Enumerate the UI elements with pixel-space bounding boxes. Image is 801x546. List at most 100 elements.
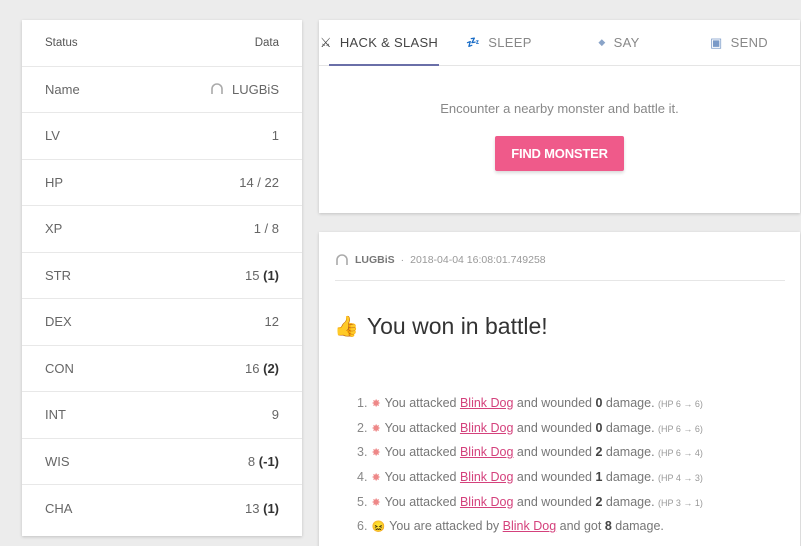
tab-say[interactable]: ◆ SAY <box>559 20 679 65</box>
log-entry-text: damage. <box>602 470 655 485</box>
log-entry-text: damage. <box>611 519 664 534</box>
action-description: Encounter a nearby monster and battle it… <box>440 101 679 116</box>
attack-icon: ✸ <box>371 447 381 460</box>
stat-value: 12 <box>264 314 279 330</box>
package-icon: ▣ <box>710 34 723 50</box>
stat-label: HP <box>45 174 64 190</box>
status-column-header: Status <box>45 36 78 49</box>
log-separator: · <box>400 254 405 266</box>
log-entry-text: and wounded <box>513 445 596 460</box>
stat-label: CHA <box>45 500 73 516</box>
stat-label: LV <box>45 128 60 144</box>
stat-value: 15 (1) <box>245 268 279 283</box>
log-entry: 4. ✸ You attacked Blink Dog and wounded 1 … <box>357 465 800 490</box>
log-entry: 2. ✸ You attacked Blink Dog and wounded 0 … <box>357 416 800 441</box>
thumbs-up-icon: 👍 <box>334 316 359 338</box>
log-entry: 5. ✸ You attacked Blink Dog and wounded 2 … <box>357 490 800 515</box>
attack-icon: ✸ <box>371 472 381 485</box>
log-entry: 6. 😖 You are attacked by Blink Dog and got… <box>357 514 800 539</box>
find-monster-button[interactable]: FIND MONSTER <box>495 136 624 171</box>
attack-icon: ✸ <box>371 496 381 509</box>
status-card: Status Data Name LUGBiS LV 1 HP 14 / 22 … <box>22 20 302 536</box>
stat-label: XP <box>45 221 63 237</box>
monster-link[interactable]: Blink Dog <box>460 495 514 509</box>
stat-value: 1 / 8 <box>253 221 279 237</box>
log-entry-text: You attacked <box>384 494 460 509</box>
damage-amount: 8 <box>604 519 612 534</box>
log-user[interactable]: LUGBiS <box>355 254 395 266</box>
user-icon <box>336 254 348 265</box>
log-entry-number: 4. <box>357 470 368 485</box>
tab-label: HACK & SLASH <box>339 35 439 50</box>
log-entry-number: 5. <box>357 494 368 509</box>
stat-label: WIS <box>45 453 70 469</box>
stat-label: CON <box>45 360 74 376</box>
tab-label: SEND <box>730 35 768 50</box>
log-meta: LUGBiS · 2018-04-04 16:08:01.749258 <box>335 254 785 281</box>
stat-bonus: (-1) <box>258 453 279 469</box>
hp-change: (HP 6 → 6) <box>658 399 703 409</box>
monster-link[interactable]: Blink Dog <box>503 519 557 533</box>
stat-base: 15 <box>245 267 260 283</box>
attack-icon: ✸ <box>371 422 381 435</box>
status-header-row: Status Data <box>22 20 302 67</box>
monster-link[interactable]: Blink Dog <box>460 421 514 435</box>
stat-label: Name <box>45 81 80 97</box>
hurt-face-icon: 😖 <box>371 521 386 534</box>
status-row-xp: XP 1 / 8 <box>22 206 302 253</box>
status-row-int: INT 9 <box>22 392 302 439</box>
stat-value: 16 (2) <box>245 361 279 376</box>
stat-value: LUGBiS <box>210 82 279 97</box>
log-entry: 3. ✸ You attacked Blink Dog and wounded 2 … <box>357 440 800 465</box>
crossed-swords-icon: ⚔ <box>319 34 332 50</box>
log-entry-number: 6. <box>357 519 368 534</box>
tab-label: SLEEP <box>488 35 532 50</box>
stat-base: 16 <box>245 360 260 376</box>
action-tabs: ⚔ HACK & SLASH 💤 SLEEP ◆ SAY ▣ SEND <box>319 20 800 66</box>
status-row-str: STR 15 (1) <box>22 253 302 299</box>
battle-result-text: You won in battle! <box>366 313 548 339</box>
stat-bonus: (1) <box>263 500 279 516</box>
status-row-cha: CHA 13 (1) <box>22 485 302 532</box>
log-entry-text: You attacked <box>384 396 460 410</box>
monster-link[interactable]: Blink Dog <box>460 445 514 459</box>
log-entry-text: You are attacked by <box>389 519 503 534</box>
user-name: LUGBiS <box>232 81 279 97</box>
log-entry-text: and got <box>556 519 605 534</box>
hp-change: (HP 6 → 6) <box>658 423 703 434</box>
tab-hack-slash[interactable]: ⚔ HACK & SLASH <box>319 20 439 66</box>
stat-base: 8 <box>247 453 256 469</box>
stat-bonus: (1) <box>263 267 279 283</box>
hp-change: (HP 3 → 1) <box>658 497 703 508</box>
log-entry-number: 1. <box>357 396 368 410</box>
status-row-dex: DEX 12 <box>22 299 302 346</box>
monster-link[interactable]: Blink Dog <box>460 470 514 484</box>
log-entry-text: damage. <box>602 396 655 410</box>
zzz-icon: 💤 <box>466 37 481 49</box>
battle-log-card: LUGBiS · 2018-04-04 16:08:01.749258 👍 Yo… <box>319 232 800 546</box>
log-entry: 1. ✸ You attacked Blink Dog and wounded 0 … <box>357 391 800 416</box>
stat-label: STR <box>45 267 71 283</box>
status-row-wis: WIS 8 (-1) <box>22 439 302 485</box>
log-entry-text: damage. <box>602 420 655 435</box>
log-timestamp: 2018-04-04 16:08:01.749258 <box>410 254 546 266</box>
log-entry-text: damage. <box>602 494 655 509</box>
log-entry-text: and wounded <box>513 470 596 485</box>
tab-sleep[interactable]: 💤 SLEEP <box>439 20 559 65</box>
battle-result-title: 👍 You won in battle! <box>334 313 800 340</box>
stat-value: 1 <box>271 128 279 144</box>
log-entry-number: 2. <box>357 420 368 435</box>
attack-icon: ✸ <box>371 398 381 410</box>
stat-base: 13 <box>245 500 260 516</box>
data-column-header: Data <box>254 36 279 49</box>
status-row-lv: LV 1 <box>22 113 302 160</box>
status-row-hp: HP 14 / 22 <box>22 160 302 206</box>
speech-icon: ◆ <box>598 37 606 47</box>
log-entry-text: You attacked <box>384 420 460 435</box>
stat-value: 8 (-1) <box>248 454 279 469</box>
tab-send[interactable]: ▣ SEND <box>679 20 799 65</box>
log-entry-text: You attacked <box>384 445 460 460</box>
monster-link[interactable]: Blink Dog <box>460 396 514 410</box>
stat-value: 14 / 22 <box>239 174 279 190</box>
log-entry-number: 3. <box>357 445 368 460</box>
